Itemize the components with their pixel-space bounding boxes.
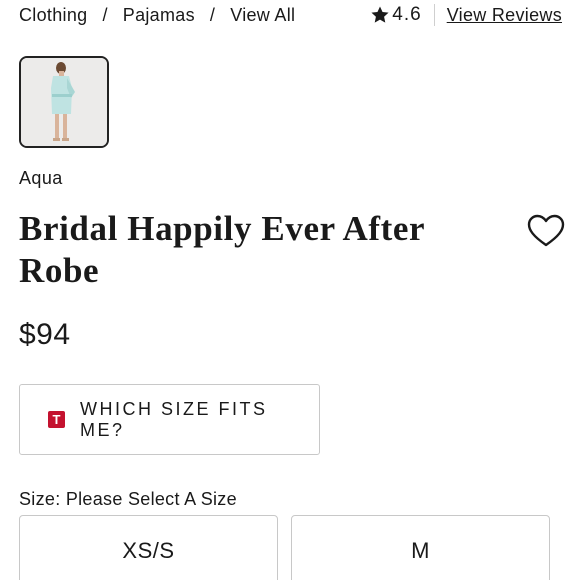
product-thumbnail[interactable] [19, 56, 109, 148]
product-title: Bridal Happily Ever After Robe [19, 208, 499, 292]
size-prompt: Size: Please Select A Size [19, 489, 237, 509]
breadcrumb-clothing[interactable]: Clothing [19, 5, 87, 26]
model-in-robe-image [21, 58, 107, 146]
product-price: $94 [19, 318, 71, 351]
size-option-m[interactable]: M [291, 515, 550, 580]
product-title-line-2: Robe [19, 251, 100, 290]
heart-icon[interactable] [527, 214, 565, 248]
breadcrumb-pajamas[interactable]: Pajamas [123, 5, 195, 26]
rating-value: 4.6 [392, 4, 422, 25]
product-title-line-1: Bridal Happily Ever After [19, 209, 426, 248]
breadcrumb-separator: / [209, 5, 216, 25]
true-fit-logo-icon: T [48, 411, 65, 428]
which-size-fits-me-button[interactable]: T WHICH SIZE FITS ME? [19, 384, 320, 455]
breadcrumb-separator: / [102, 5, 108, 25]
which-size-fits-me-label: WHICH SIZE FITS ME? [79, 398, 268, 440]
view-reviews-link[interactable]: View Reviews [447, 5, 562, 26]
top-bar: Clothing / Pajamas / View All 4.6 View R… [0, 0, 580, 34]
breadcrumb-view-all[interactable]: View All [230, 5, 295, 26]
rating-summary: 4.6 View Reviews [370, 4, 562, 26]
selected-color-label: Aqua [19, 168, 63, 188]
breadcrumb: Clothing / Pajamas / View All [19, 5, 295, 26]
size-option-xs-s[interactable]: XS/S [19, 515, 278, 580]
rating-divider [433, 4, 435, 26]
star-icon [371, 6, 389, 23]
